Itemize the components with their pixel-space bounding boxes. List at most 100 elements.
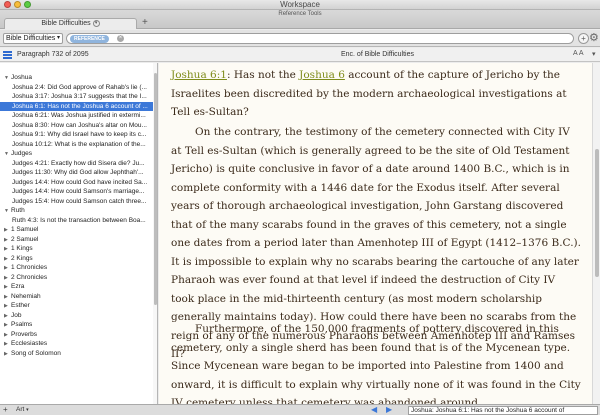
sidebar-book[interactable]: ▶ 1 Kings <box>0 244 153 254</box>
sidebar-item[interactable]: Joshua 9:1: Why did Israel have to keep … <box>0 130 153 140</box>
disclosure-closed-icon[interactable]: ▶ <box>4 236 11 245</box>
disclosure-closed-icon[interactable]: ▶ <box>4 321 11 330</box>
document-menu-icon[interactable]: ▾ <box>592 50 596 58</box>
gear-icon[interactable]: ⚙ <box>589 33 599 44</box>
sidebar-book[interactable]: ▼ Ruth <box>0 206 153 216</box>
close-window-button[interactable] <box>4 1 11 8</box>
sidebar-row-label: Proverbs <box>11 330 38 338</box>
sidebar-row-label: 2 Chronicles <box>11 273 48 281</box>
new-tab-button[interactable]: + <box>142 18 148 28</box>
tab-bible-difficulties[interactable]: Bible Difficulties ▾ <box>4 18 137 29</box>
sidebar-row-label: Joshua 8:30: How can Joshua's altar on M… <box>12 121 147 129</box>
disclosure-closed-icon[interactable]: ▶ <box>4 264 11 273</box>
reference-input[interactable]: REFERENCE × <box>66 33 574 44</box>
question-paragraph: Joshua 6:1: Has not the Joshua 6 account… <box>171 66 581 122</box>
disclosure-closed-icon[interactable]: ▶ <box>4 350 11 359</box>
sidebar-item[interactable]: Judges 15:4: How could Samson catch thre… <box>0 197 153 207</box>
resource-select[interactable]: Bible Difficulties ▾ <box>3 33 63 44</box>
sidebar-row-label: 1 Chronicles <box>11 264 48 271</box>
paragraph-count: Paragraph 732 of 2095 <box>17 51 89 58</box>
sidebar-item[interactable]: Joshua 6:21: Was Joshua justified in ext… <box>0 111 153 121</box>
zoom-window-button[interactable] <box>24 1 31 8</box>
sidebar-item[interactable]: Joshua 3:17: Joshua 3:17 suggests that t… <box>0 92 153 102</box>
sidebar-book[interactable]: ▶ 1 Samuel <box>0 225 153 235</box>
disclosure-open-icon[interactable]: ▼ <box>4 207 11 216</box>
sidebar-book[interactable]: ▶ Ezra <box>0 282 153 292</box>
resource-select-label: Bible Difficulties <box>6 35 56 42</box>
question-text-pre: : Has not the <box>226 69 300 81</box>
art-mode-caret-icon: ▾ <box>26 407 29 413</box>
sidebar-row-label: 2 Kings <box>11 254 33 262</box>
content-scrollbar[interactable] <box>592 63 600 404</box>
clear-reference-icon[interactable]: × <box>117 35 124 42</box>
sidebar-item[interactable]: Joshua 6:1: Has not the Joshua 6 account… <box>0 101 153 111</box>
window-title: Workspace <box>280 0 320 9</box>
add-action-button[interactable]: + <box>578 33 589 44</box>
sidebar-item[interactable]: Judges 14:4: How could Samson's marriage… <box>0 187 153 197</box>
sidebar-item[interactable]: Judges 14:4: How could God have incited … <box>0 178 153 188</box>
sidebar-row-label: Esther <box>11 302 30 309</box>
sidebar-row-label: Judges 15:4: How could Samson catch thre… <box>12 197 147 205</box>
sidebar-row-label: 1 Samuel <box>11 226 39 233</box>
back-arrow-icon[interactable]: ◀ <box>371 405 377 415</box>
toolbar: Bible Difficulties ▾ REFERENCE × + ⚙ <box>0 30 600 47</box>
chevron-down-icon: ▾ <box>56 35 60 41</box>
disclosure-closed-icon[interactable]: ▶ <box>4 283 11 292</box>
disclosure-open-icon[interactable]: ▼ <box>4 74 11 83</box>
content-scroll-thumb[interactable] <box>595 149 599 277</box>
font-size-icon[interactable]: A A <box>573 50 584 57</box>
sidebar-scrollbar[interactable] <box>153 63 157 404</box>
disclosure-closed-icon[interactable]: ▶ <box>4 255 11 264</box>
sidebar-item[interactable]: Joshua 2:4: Did God approve of Rahab's l… <box>0 83 153 93</box>
sidebar-book[interactable]: ▶ 1 Chronicles <box>0 263 153 273</box>
sidebar-book[interactable]: ▶ Nehemiah <box>0 292 153 302</box>
sidebar-item[interactable]: Ruth 4:3: Is not the transaction between… <box>0 216 153 226</box>
tab-label: Bible Difficulties <box>41 20 91 27</box>
add-panel-button[interactable]: + <box>3 405 8 415</box>
sidebar-book[interactable]: ▼ Joshua <box>0 73 153 83</box>
list-icon[interactable] <box>3 51 12 59</box>
disclosure-closed-icon[interactable]: ▶ <box>4 331 11 340</box>
sidebar-book[interactable]: ▶ Ecclesiastes <box>0 339 153 349</box>
question-reference-link[interactable]: Joshua 6:1 <box>171 69 227 81</box>
sidebar-row-label: Joshua 9:1: Why did Israel have to keep … <box>12 131 147 138</box>
sidebar-book[interactable]: ▶ Proverbs <box>0 330 153 340</box>
sidebar-row-label: Judges 4:21: Exactly how did Sisera die?… <box>12 159 145 167</box>
sidebar-scroll-thumb[interactable] <box>154 73 157 305</box>
sidebar-book[interactable]: ▶ Esther <box>0 301 153 311</box>
sidebar-item[interactable]: Judges 11:30: Why did God allow Jephthah… <box>0 168 153 178</box>
disclosure-closed-icon[interactable]: ▶ <box>4 302 11 311</box>
disclosure-closed-icon[interactable]: ▶ <box>4 293 11 302</box>
sidebar-item[interactable]: Judges 4:21: Exactly how did Sisera die?… <box>0 159 153 169</box>
sidebar-book[interactable]: ▶ Psalms <box>0 320 153 330</box>
sidebar-item[interactable]: Joshua 8:30: How can Joshua's altar on M… <box>0 121 153 131</box>
sidebar-book[interactable]: ▶ 2 Samuel <box>0 235 153 245</box>
art-mode-select[interactable]: Art ▾ <box>16 406 29 413</box>
disclosure-closed-icon[interactable]: ▶ <box>4 274 11 283</box>
sidebar-row-label: Joshua 3:17: Joshua 3:17 suggests that t… <box>12 93 147 100</box>
sidebar-book[interactable]: ▶ Job <box>0 311 153 321</box>
current-reference-field[interactable]: Joshua: Joshua 6:1: Has not the Joshua 6… <box>408 406 598 415</box>
sidebar-book[interactable]: ▶ 2 Kings <box>0 254 153 264</box>
sidebar-book[interactable]: ▶ 2 Chronicles <box>0 273 153 283</box>
sidebar-book[interactable]: ▶ Song of Solomon <box>0 349 153 359</box>
disclosure-closed-icon[interactable]: ▶ <box>4 226 11 235</box>
document-title: Enc. of Bible Difficulties <box>340 51 414 58</box>
disclosure-closed-icon[interactable]: ▶ <box>4 312 11 321</box>
sidebar-row-label: 1 Kings <box>11 245 33 252</box>
disclosure-open-icon[interactable]: ▼ <box>4 150 11 159</box>
sidebar-row-label: Song of Solomon <box>11 349 61 357</box>
reference-token[interactable]: REFERENCE <box>70 35 109 43</box>
sidebar-row-label: 2 Samuel <box>11 235 39 243</box>
contents-sidebar: ▼ Joshua Joshua 2:4: Did God approve of Ra… <box>0 63 158 404</box>
sidebar-row-label: Joshua <box>11 74 32 81</box>
sidebar-book[interactable]: ▼ Judges <box>0 149 153 159</box>
disclosure-closed-icon[interactable]: ▶ <box>4 245 11 254</box>
minimize-window-button[interactable] <box>14 1 21 8</box>
sidebar-item[interactable]: Joshua 10:12: What is the explanation of… <box>0 140 153 150</box>
disclosure-closed-icon[interactable]: ▶ <box>4 340 11 349</box>
sidebar-row-label: Joshua 10:12: What is the explanation of… <box>12 140 146 148</box>
tab-menu-icon[interactable]: ▾ <box>92 19 100 27</box>
passage-link[interactable]: Joshua 6 <box>299 69 345 81</box>
forward-arrow-icon[interactable]: ▶ <box>386 405 392 415</box>
